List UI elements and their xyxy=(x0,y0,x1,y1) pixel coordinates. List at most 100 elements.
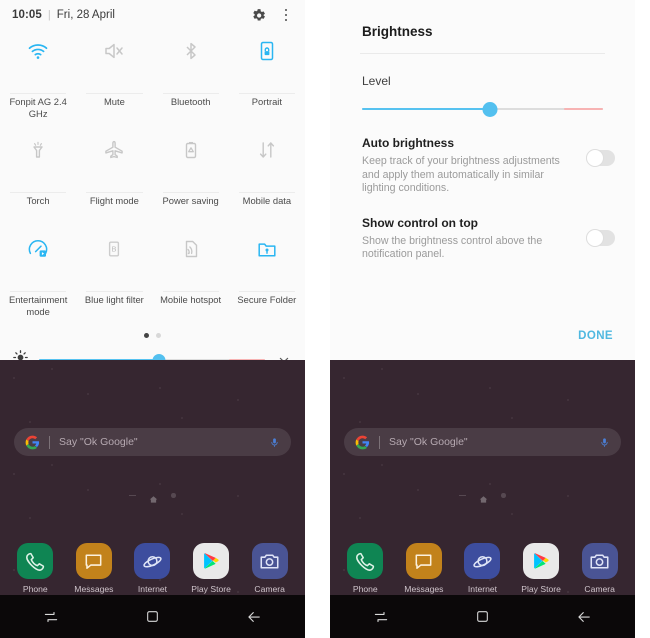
recents-icon[interactable] xyxy=(358,595,404,638)
page-dot-icon[interactable] xyxy=(501,493,506,498)
auto-brightness-toggle[interactable] xyxy=(586,149,615,167)
internet-browser-icon xyxy=(134,543,171,579)
quick-tile-blue-light-filter[interactable]: B xyxy=(76,228,152,292)
setting-title: Auto brightness xyxy=(362,136,454,150)
tile-label-text: Flight mode xyxy=(89,195,139,206)
status-separator: | xyxy=(47,9,51,21)
slider-knob[interactable] xyxy=(482,101,498,117)
tile-divider xyxy=(86,291,143,292)
quick-tile-torch[interactable] xyxy=(0,129,76,193)
phone-screen-quick-settings: 10:05 | Fri, 28 April Fonpit AG 2.4 GHz … xyxy=(0,0,305,638)
quick-tile-label: Portrait xyxy=(229,94,305,129)
home-screen: Say "Ok Google" Phone Messages Internet … xyxy=(330,360,635,638)
quick-tile-mute[interactable] xyxy=(76,30,152,94)
back-arrow-icon[interactable] xyxy=(561,595,607,638)
quick-tile-label: Mute xyxy=(76,94,152,129)
search-placeholder: Say "Ok Google" xyxy=(389,436,468,448)
page-dot-icon[interactable] xyxy=(171,493,176,498)
secure-folder-icon xyxy=(255,234,279,264)
quick-settings-page-indicator[interactable] xyxy=(0,327,305,343)
home-square-icon[interactable] xyxy=(459,595,505,638)
page-dash-icon[interactable] xyxy=(129,494,137,497)
dock-app-camera[interactable]: Camera xyxy=(245,543,295,594)
tile-label-text: Bluetooth xyxy=(170,96,211,107)
dock-app-play-store[interactable]: Play Store xyxy=(186,543,236,594)
tile-divider xyxy=(238,291,295,292)
tile-divider xyxy=(86,192,143,193)
show-control-toggle[interactable] xyxy=(586,228,615,247)
google-search-bar[interactable]: Say "Ok Google" xyxy=(344,428,621,456)
done-button[interactable]: DONE xyxy=(578,330,613,342)
status-date: Fri, 28 April xyxy=(56,9,115,21)
dock-app-label: Phone xyxy=(22,584,48,594)
dock-app-internet[interactable]: Internet xyxy=(457,543,507,594)
microphone-icon[interactable] xyxy=(599,435,610,450)
battery-saver-icon xyxy=(179,135,203,165)
back-arrow-icon[interactable] xyxy=(231,595,277,638)
page-dash-icon[interactable] xyxy=(459,494,467,497)
tile-divider xyxy=(162,291,219,292)
home-page-indicator[interactable] xyxy=(330,491,635,503)
toggle-knob xyxy=(586,149,604,167)
dock-app-play-store[interactable]: Play Store xyxy=(516,543,566,594)
level-label: Level xyxy=(362,74,391,88)
setting-auto-brightness[interactable]: Auto brightness Keep track of your brigh… xyxy=(330,116,635,196)
dock-app-phone[interactable]: Phone xyxy=(10,543,60,594)
torch-icon xyxy=(26,135,50,165)
slider-warm-tail xyxy=(564,107,603,111)
quick-tile-flight-mode[interactable] xyxy=(76,129,152,193)
dock-app-messages[interactable]: Messages xyxy=(69,543,119,594)
page-title: Brightness xyxy=(362,24,433,39)
dock-app-label: Play Store xyxy=(521,584,561,594)
quick-tile-label: Fonpit AG 2.4 GHz xyxy=(0,94,76,129)
airplane-icon xyxy=(102,135,126,165)
dock-app-label: Play Store xyxy=(191,584,231,594)
search-divider xyxy=(379,435,380,449)
page-dot-active[interactable] xyxy=(144,332,149,338)
google-search-bar[interactable]: Say "Ok Google" xyxy=(14,428,291,456)
dock-app-camera[interactable]: Camera xyxy=(575,543,625,594)
tile-label-text: Mobile data xyxy=(242,195,292,206)
home-page-icon[interactable] xyxy=(149,491,158,503)
mobile-data-icon xyxy=(255,135,279,165)
gear-icon[interactable] xyxy=(249,6,267,24)
phone-icon xyxy=(347,543,384,579)
quick-tile-wifi[interactable] xyxy=(0,30,76,94)
dock-app-internet[interactable]: Internet xyxy=(127,543,177,594)
quick-tile-mobile-hotspot[interactable] xyxy=(153,228,229,292)
screenshot-stage: 10:05 | Fri, 28 April Fonpit AG 2.4 GHz … xyxy=(0,0,650,638)
page-dot[interactable] xyxy=(156,332,161,338)
status-time: 10:05 xyxy=(12,9,42,21)
recents-icon[interactable] xyxy=(28,595,74,638)
wifi-icon xyxy=(26,36,50,66)
brightness-level-slider[interactable] xyxy=(362,101,603,117)
quick-tile-entertainment-mode[interactable] xyxy=(0,228,76,292)
screen-rotation-lock-icon xyxy=(255,36,279,66)
home-page-indicator[interactable] xyxy=(0,491,305,503)
messages-icon xyxy=(75,543,112,579)
quick-tile-mobile-data[interactable] xyxy=(229,129,305,193)
dock-app-phone[interactable]: Phone xyxy=(340,543,390,594)
toggle-knob xyxy=(586,228,604,247)
quick-tile-portrait[interactable] xyxy=(229,30,305,94)
setting-show-control-on-top[interactable]: Show control on top Show the brightness … xyxy=(330,196,635,262)
tile-divider xyxy=(86,93,143,94)
quick-tile-secure-folder[interactable] xyxy=(229,228,305,292)
tile-divider xyxy=(162,93,219,94)
home-page-icon[interactable] xyxy=(479,491,488,503)
quick-tiles-row-2-icons xyxy=(0,129,305,193)
kebab-menu-icon[interactable] xyxy=(279,6,293,24)
microphone-icon[interactable] xyxy=(269,435,280,450)
quick-tiles-row-1-icons xyxy=(0,30,305,94)
dock-app-messages[interactable]: Messages xyxy=(399,543,449,594)
quick-tile-label: Torch xyxy=(0,193,76,228)
tile-label-text: Portrait xyxy=(251,96,282,107)
mute-icon xyxy=(102,36,126,66)
tile-divider xyxy=(238,93,295,94)
home-square-icon[interactable] xyxy=(129,595,175,638)
search-placeholder: Say "Ok Google" xyxy=(59,436,138,448)
quick-tile-power-saving[interactable] xyxy=(153,129,229,193)
google-g-icon xyxy=(355,435,370,450)
slider-fill xyxy=(362,107,490,111)
quick-tile-bluetooth[interactable] xyxy=(153,30,229,94)
